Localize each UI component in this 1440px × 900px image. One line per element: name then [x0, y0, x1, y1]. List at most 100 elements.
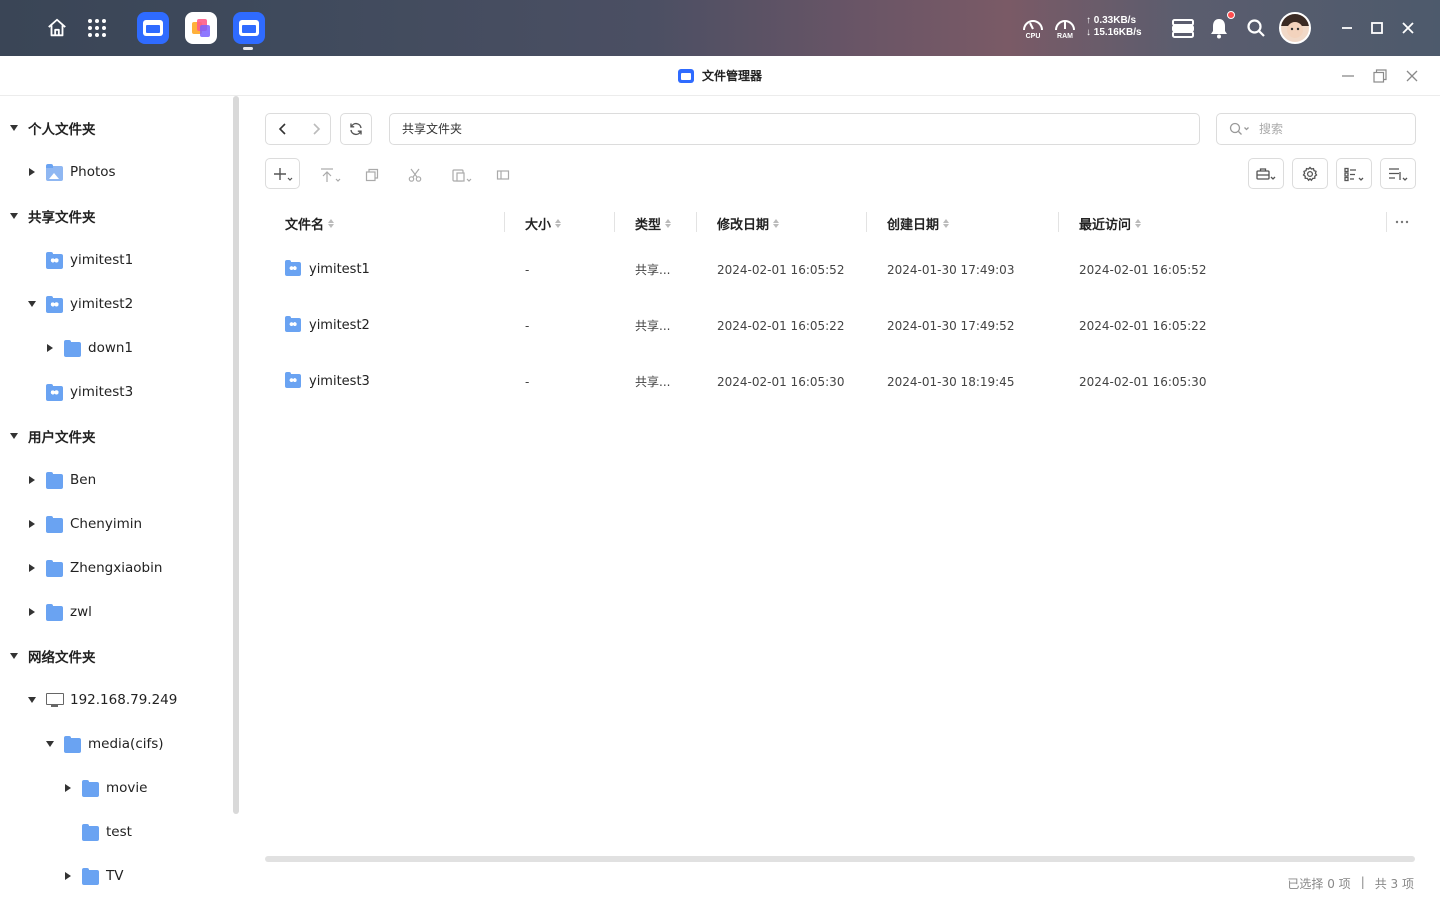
- window-close-icon[interactable]: [1402, 66, 1422, 86]
- col-header-modified[interactable]: 修改日期: [717, 214, 780, 233]
- tree-item-yimitest3[interactable]: yimitest3: [0, 370, 232, 414]
- view-mode-button[interactable]: [1336, 158, 1372, 189]
- caret-down-icon[interactable]: [45, 739, 55, 749]
- refresh-button[interactable]: [340, 113, 372, 145]
- desktop-close-icon[interactable]: [1397, 17, 1419, 39]
- app-grid-icon[interactable]: [86, 0, 108, 56]
- column-divider[interactable]: [504, 212, 505, 232]
- file-manager-running-app-icon[interactable]: [233, 12, 265, 44]
- notification-bell-icon[interactable]: [1208, 0, 1235, 56]
- sort-button[interactable]: [1380, 158, 1416, 189]
- caret-down-icon[interactable]: [27, 695, 37, 705]
- back-button[interactable]: [266, 114, 299, 144]
- tree-section-network[interactable]: 网络文件夹: [0, 634, 232, 678]
- window-restore-icon[interactable]: [1370, 66, 1390, 86]
- column-divider[interactable]: [614, 212, 615, 232]
- search-input[interactable]: 搜索: [1216, 113, 1416, 145]
- sort-arrows-icon[interactable]: [943, 219, 950, 228]
- column-divider[interactable]: [1058, 212, 1059, 232]
- photos-app-icon[interactable]: [185, 12, 217, 44]
- user-avatar[interactable]: [1279, 12, 1311, 44]
- new-button[interactable]: [265, 158, 300, 189]
- caret-down-icon[interactable]: [9, 651, 19, 661]
- caret-down-icon[interactable]: [9, 123, 19, 133]
- window-minimize-icon[interactable]: [1338, 66, 1358, 86]
- tree-section-shared[interactable]: 共享文件夹: [0, 194, 232, 238]
- sort-arrows-icon[interactable]: [328, 219, 335, 228]
- caret-right-icon[interactable]: [63, 783, 73, 793]
- col-header-size[interactable]: 大小: [525, 214, 562, 233]
- cell-name: yimitest3: [309, 374, 370, 389]
- cell-created: 2024-01-30 17:49:52: [887, 319, 1015, 333]
- sort-arrows-icon[interactable]: [555, 219, 562, 228]
- tree-item-tv[interactable]: TV: [0, 854, 232, 898]
- server-status-icon[interactable]: [1170, 0, 1196, 56]
- table-row[interactable]: yimitest3 - 共享... 2024-02-01 16:05:30 20…: [242, 354, 1440, 410]
- caret-down-icon[interactable]: [27, 299, 37, 309]
- tree-item-media[interactable]: media(cifs): [0, 722, 232, 766]
- table-row[interactable]: yimitest1 - 共享... 2024-02-01 16:05:52 20…: [242, 242, 1440, 298]
- caret-right-icon[interactable]: [63, 871, 73, 881]
- home-icon[interactable]: [44, 0, 70, 56]
- ram-gauge-icon[interactable]: RAM: [1053, 15, 1077, 40]
- tree-section-users[interactable]: 用户文件夹: [0, 414, 232, 458]
- sort-arrows-icon[interactable]: [665, 219, 672, 228]
- tree-section-personal[interactable]: 个人文件夹: [0, 106, 232, 150]
- sidebar-tree: 个人文件夹 Photos 共享文件夹 yimitest1 yimitest2 d…: [0, 96, 242, 900]
- tree-item-movie[interactable]: movie: [0, 766, 232, 810]
- sidebar-scrollbar[interactable]: [233, 96, 239, 814]
- desktop-minimize-icon[interactable]: [1336, 17, 1358, 39]
- sort-arrows-icon[interactable]: [773, 219, 780, 228]
- sort-arrows-icon[interactable]: [1135, 219, 1142, 228]
- caret-right-icon[interactable]: [27, 475, 37, 485]
- file-manager-icon: [678, 68, 694, 83]
- tree-item-yimitest1[interactable]: yimitest1: [0, 238, 232, 282]
- tree-item-zhengxiaobin[interactable]: Zhengxiaobin: [0, 546, 232, 590]
- caret-down-icon[interactable]: [9, 211, 19, 221]
- tree-item-host[interactable]: 192.168.79.249: [0, 678, 232, 722]
- rename-button[interactable]: [492, 164, 514, 186]
- tree-item-photos[interactable]: Photos: [0, 150, 232, 194]
- col-header-created[interactable]: 创建日期: [887, 214, 950, 233]
- cell-size: -: [525, 319, 530, 333]
- caret-right-icon[interactable]: [27, 519, 37, 529]
- caret-down-icon[interactable]: [9, 431, 19, 441]
- search-icon[interactable]: [1245, 0, 1267, 56]
- tree-section-label: 共享文件夹: [28, 210, 96, 226]
- desktop-maximize-icon[interactable]: [1366, 17, 1388, 39]
- table-row[interactable]: yimitest2 - 共享... 2024-02-01 16:05:22 20…: [242, 298, 1440, 354]
- upload-button[interactable]: [317, 164, 345, 186]
- column-options-icon[interactable]: [1394, 214, 1410, 230]
- copy-button[interactable]: [361, 164, 383, 186]
- folder-icon: [64, 340, 81, 357]
- caret-right-icon[interactable]: [45, 343, 55, 353]
- paste-button[interactable]: [449, 164, 477, 186]
- horizontal-scrollbar[interactable]: [265, 856, 1415, 862]
- caret-right-icon[interactable]: [27, 563, 37, 573]
- caret-right-icon[interactable]: [27, 607, 37, 617]
- column-divider[interactable]: [866, 212, 867, 232]
- col-header-accessed[interactable]: 最近访问: [1079, 214, 1142, 233]
- col-header-name[interactable]: 文件名: [285, 214, 335, 233]
- cpu-gauge-icon[interactable]: CPU: [1021, 15, 1045, 40]
- tree-item-zwl[interactable]: zwl: [0, 590, 232, 634]
- column-divider[interactable]: [696, 212, 697, 232]
- tree-item-yimitest2[interactable]: yimitest2: [0, 282, 232, 326]
- cut-button[interactable]: [404, 164, 426, 186]
- forward-button[interactable]: [299, 114, 332, 144]
- tree-item-label: yimitest3: [70, 384, 134, 400]
- tree-item-label: yimitest2: [70, 296, 134, 312]
- col-header-type[interactable]: 类型: [635, 214, 672, 233]
- tree-item-down1[interactable]: down1: [0, 326, 232, 370]
- caret-right-icon[interactable]: [27, 167, 37, 177]
- tree-item-label: media(cifs): [88, 736, 164, 752]
- settings-button[interactable]: [1292, 158, 1328, 189]
- toolbox-button[interactable]: [1248, 158, 1284, 189]
- nav-button-group: [265, 113, 331, 145]
- file-manager-app-icon[interactable]: [137, 12, 169, 44]
- tree-item-ben[interactable]: Ben: [0, 458, 232, 502]
- column-divider[interactable]: [1386, 212, 1387, 232]
- tree-item-test[interactable]: test: [0, 810, 232, 854]
- path-bar[interactable]: 共享文件夹: [389, 113, 1200, 145]
- tree-item-chenyimin[interactable]: Chenyimin: [0, 502, 232, 546]
